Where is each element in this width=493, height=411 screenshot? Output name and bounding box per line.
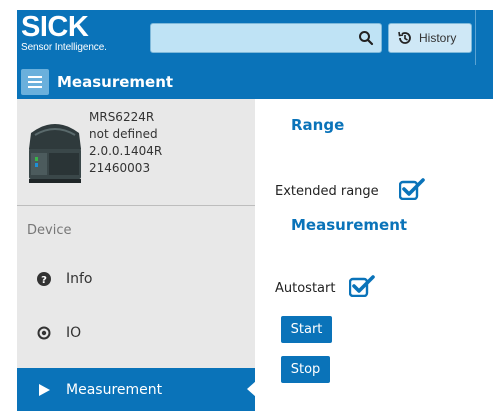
history-label: History — [419, 31, 457, 45]
device-model: MRS6224R — [89, 110, 155, 124]
sick-logo: SICK Sensor Intelligence. — [21, 11, 107, 54]
history-button[interactable]: History — [388, 23, 472, 53]
autostart-checkbox[interactable] — [349, 275, 375, 297]
range-heading: Range — [291, 116, 345, 134]
app-header: SICK Sensor Intelligence. History — [17, 10, 493, 65]
svg-text:?: ? — [41, 275, 47, 286]
sidebar-item-label: IO — [66, 325, 82, 341]
history-icon — [398, 31, 411, 44]
page-title: Measurement — [57, 73, 174, 91]
header-right-panel — [475, 10, 493, 65]
sidebar-item-info[interactable]: ? Info — [17, 259, 255, 299]
hamburger-line — [28, 76, 42, 78]
sidebar-item-label: Info — [66, 271, 93, 287]
hamburger-line — [28, 86, 42, 88]
autostart-label: Autostart — [275, 281, 336, 296]
hamburger-line — [28, 81, 42, 83]
device-image — [29, 124, 81, 183]
dot-circle-icon — [37, 326, 51, 340]
measurement-heading: Measurement — [291, 216, 408, 234]
device-card: MRS6224R not defined 2.0.0.1404R 2146000… — [17, 99, 255, 206]
extended-range-label: Extended range — [275, 184, 379, 199]
play-icon — [37, 383, 51, 397]
device-info: MRS6224R not defined 2.0.0.1404R 2146000… — [89, 109, 162, 177]
sidebar-section-label: Device — [27, 223, 72, 238]
logo-wordmark: SICK — [21, 11, 89, 43]
sidebar-item-measurement[interactable]: Measurement — [17, 368, 256, 411]
stop-button[interactable]: Stop — [281, 356, 330, 383]
extended-range-checkbox[interactable] — [399, 178, 425, 200]
device-name: not defined — [89, 127, 158, 141]
search-icon[interactable] — [358, 30, 374, 46]
main-content: Range Extended range Measurement Autosta… — [255, 99, 493, 411]
menu-toggle-button[interactable] — [21, 69, 49, 95]
logo-tagline: Sensor Intelligence. — [21, 42, 107, 53]
device-firmware: 2.0.0.1404R — [89, 144, 163, 158]
sidebar-item-label: Measurement — [66, 381, 163, 398]
sidebar: MRS6224R not defined 2.0.0.1404R 2146000… — [17, 99, 256, 411]
start-button[interactable]: Start — [281, 316, 332, 343]
question-circle-icon: ? — [37, 272, 51, 286]
app-frame: SICK Sensor Intelligence. History Measur — [17, 10, 493, 411]
device-serial: 21460003 — [89, 161, 151, 175]
sidebar-item-io[interactable]: IO — [17, 313, 255, 353]
search-input[interactable] — [150, 23, 382, 53]
title-bar: Measurement — [17, 65, 493, 99]
